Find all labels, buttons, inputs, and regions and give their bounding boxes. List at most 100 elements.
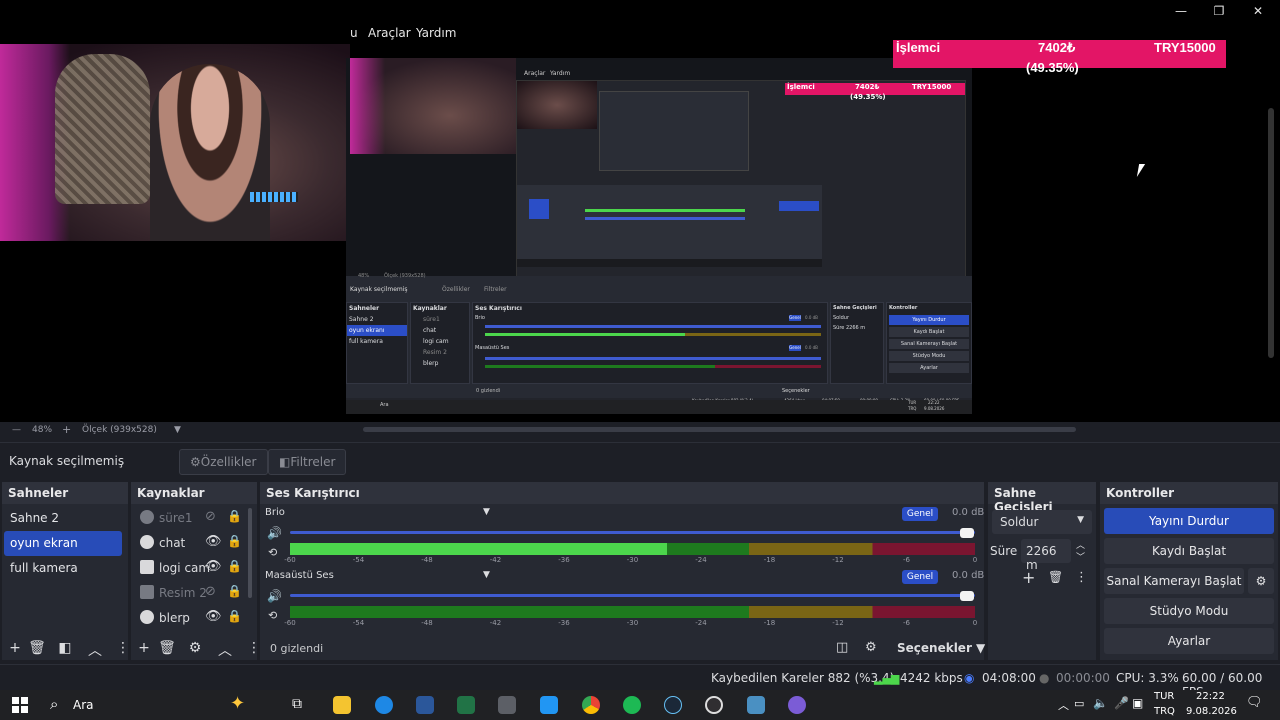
app-icon[interactable] [747,696,765,714]
source-item[interactable]: blerp 👁 🔒 [131,606,257,631]
studio-mode-button[interactable]: Stüdyo Modu [1104,598,1274,624]
eye-icon[interactable]: 👁 [205,609,222,624]
volume-slider[interactable] [290,531,975,534]
file-explorer-icon[interactable] [333,696,351,714]
zoom-out-button[interactable]: — [12,425,21,435]
scene-item[interactable]: full kamera [2,556,128,581]
zoom-in-button[interactable]: + [62,423,71,436]
volume-knob[interactable] [960,528,974,538]
preview-vertical-scrollbar[interactable] [1268,108,1274,358]
source-item[interactable]: Resim 2 ⊘ 🔒 [131,581,257,606]
speaker-icon[interactable]: 🔊 [267,526,282,540]
minimize-button[interactable]: — [1161,0,1201,22]
word-icon[interactable] [416,696,434,714]
track-badge[interactable]: Genel [902,570,938,584]
taskbar-search[interactable]: Ara [73,698,94,712]
options-button[interactable]: Seçenekler ▼ [897,641,985,655]
network-icon[interactable]: ▣ [1132,696,1143,710]
hidden-eye-icon[interactable]: ⊘ [205,584,216,599]
lock-icon[interactable]: 🔒 [227,509,242,523]
track-dropdown-icon[interactable]: ▼ [483,507,490,517]
menu-partial[interactable]: u [350,26,358,40]
preview-canvas[interactable]: Araçlar Yardım İşlemci 7402₺ (49.35%) TR… [0,40,1280,422]
sources-scrollbar[interactable] [248,508,252,598]
stop-stream-button[interactable]: Yayını Durdur [1104,508,1274,534]
lock-icon[interactable]: 🔒 [227,584,242,598]
delete-scene-icon[interactable]: 🗑 [28,640,46,656]
start-recording-button[interactable]: Kaydı Başlat [1104,538,1274,564]
store-icon[interactable] [540,696,558,714]
duration-input[interactable]: 2266 m [1021,539,1071,572]
copilot-sparkle-icon[interactable]: ✦ [230,693,245,714]
scene-filter-icon[interactable]: ◧ [56,640,74,656]
excel-icon[interactable] [457,696,475,714]
search-icon[interactable]: ⌕ [50,695,58,713]
keyboard-layout[interactable]: TRQ [1154,706,1175,717]
scene-item-active[interactable]: oyun ekran [4,531,122,556]
volume-slider[interactable] [290,594,975,597]
spotify-icon[interactable] [623,696,641,714]
delete-transition-icon[interactable]: 🗑 [1048,570,1063,584]
transition-select[interactable]: Soldur ▼ [992,510,1092,534]
virtual-camera-settings-button[interactable]: ⚙ [1248,568,1274,594]
scale-dropdown-icon[interactable]: ▼ [174,425,181,435]
windows-start-icon[interactable] [12,697,28,713]
restore-button[interactable]: ❐ [1199,0,1239,22]
clock-date[interactable]: 9.08.2026 [1186,706,1237,717]
eye-icon[interactable]: 👁 [205,534,222,549]
task-view-icon[interactable]: ⧉ [292,696,302,712]
scene-item[interactable]: Sahne 2 [2,506,128,531]
meter-tick-label: -18 [763,619,776,627]
monitor-icon[interactable]: ⟲ [268,546,277,559]
add-scene-icon[interactable]: + [6,640,24,656]
preview-horizontal-scrollbar[interactable] [363,427,1076,432]
browser-icon [140,610,154,624]
language-indicator[interactable]: TUR [1154,691,1174,702]
source-item[interactable]: chat 👁 🔒 [131,531,257,556]
source-item[interactable]: logi cam 👁 🔒 [131,556,257,581]
hidden-eye-icon[interactable]: ⊘ [205,509,216,524]
add-source-icon[interactable]: + [135,640,153,656]
settings-button[interactable]: Ayarlar [1104,628,1274,654]
obs-icon[interactable] [705,696,723,714]
layout-icon[interactable]: ◫ [836,640,848,655]
track-badge[interactable]: Genel [902,507,938,521]
eye-icon[interactable]: 👁 [205,559,222,574]
volume-knob[interactable] [960,591,974,601]
duration-stepper-down[interactable]: ﹀ [1076,550,1085,563]
delete-source-icon[interactable]: 🗑 [158,640,176,656]
speaker-icon[interactable]: 🔊 [267,589,282,603]
chrome-icon[interactable] [582,696,600,714]
clock-time[interactable]: 22:22 [1196,691,1225,702]
nested-scene: oyun ekranı [347,325,407,336]
more-icon[interactable]: ⋮ [1075,570,1088,585]
filters-button[interactable]: ◧Filtreler [268,449,347,475]
notification-icon[interactable]: 🗨 [1246,695,1263,710]
mic-icon[interactable]: 🎤 [1114,696,1129,710]
mixer-settings-icon[interactable]: ⚙ [865,640,877,655]
track-dropdown-icon[interactable]: ▼ [483,570,490,580]
edge-icon[interactable] [375,696,393,714]
battery-icon[interactable]: ▭ [1074,697,1084,710]
tray-chevron-icon[interactable]: ︿ [1058,697,1069,713]
monitor-icon[interactable]: ⟲ [268,609,277,622]
properties-button[interactable]: ⚙Özellikler [179,449,268,475]
lock-icon[interactable]: 🔒 [227,534,242,548]
move-up-icon[interactable]: ︿ [216,640,234,660]
steam-icon[interactable] [664,696,682,714]
lock-icon[interactable]: 🔒 [227,559,242,573]
volume-icon[interactable]: 🔈 [1093,696,1108,710]
move-up-icon[interactable]: ︿ [86,640,104,660]
menu-tools[interactable]: Araçlar [368,26,411,40]
lock-icon[interactable]: 🔒 [227,609,242,623]
calculator-icon[interactable] [498,696,516,714]
clock-icon [140,510,154,524]
add-transition-icon[interactable]: + [1022,568,1035,587]
close-button[interactable]: ✕ [1238,0,1278,22]
source-settings-icon[interactable]: ⚙ [186,640,204,656]
menu-help[interactable]: Yardım [416,26,456,40]
start-virtual-camera-button[interactable]: Sanal Kamerayı Başlat [1104,568,1244,594]
more-icon[interactable]: ⋮ [114,640,132,656]
app2-icon[interactable] [788,696,806,714]
source-item[interactable]: süre1 ⊘ 🔒 [131,506,257,531]
